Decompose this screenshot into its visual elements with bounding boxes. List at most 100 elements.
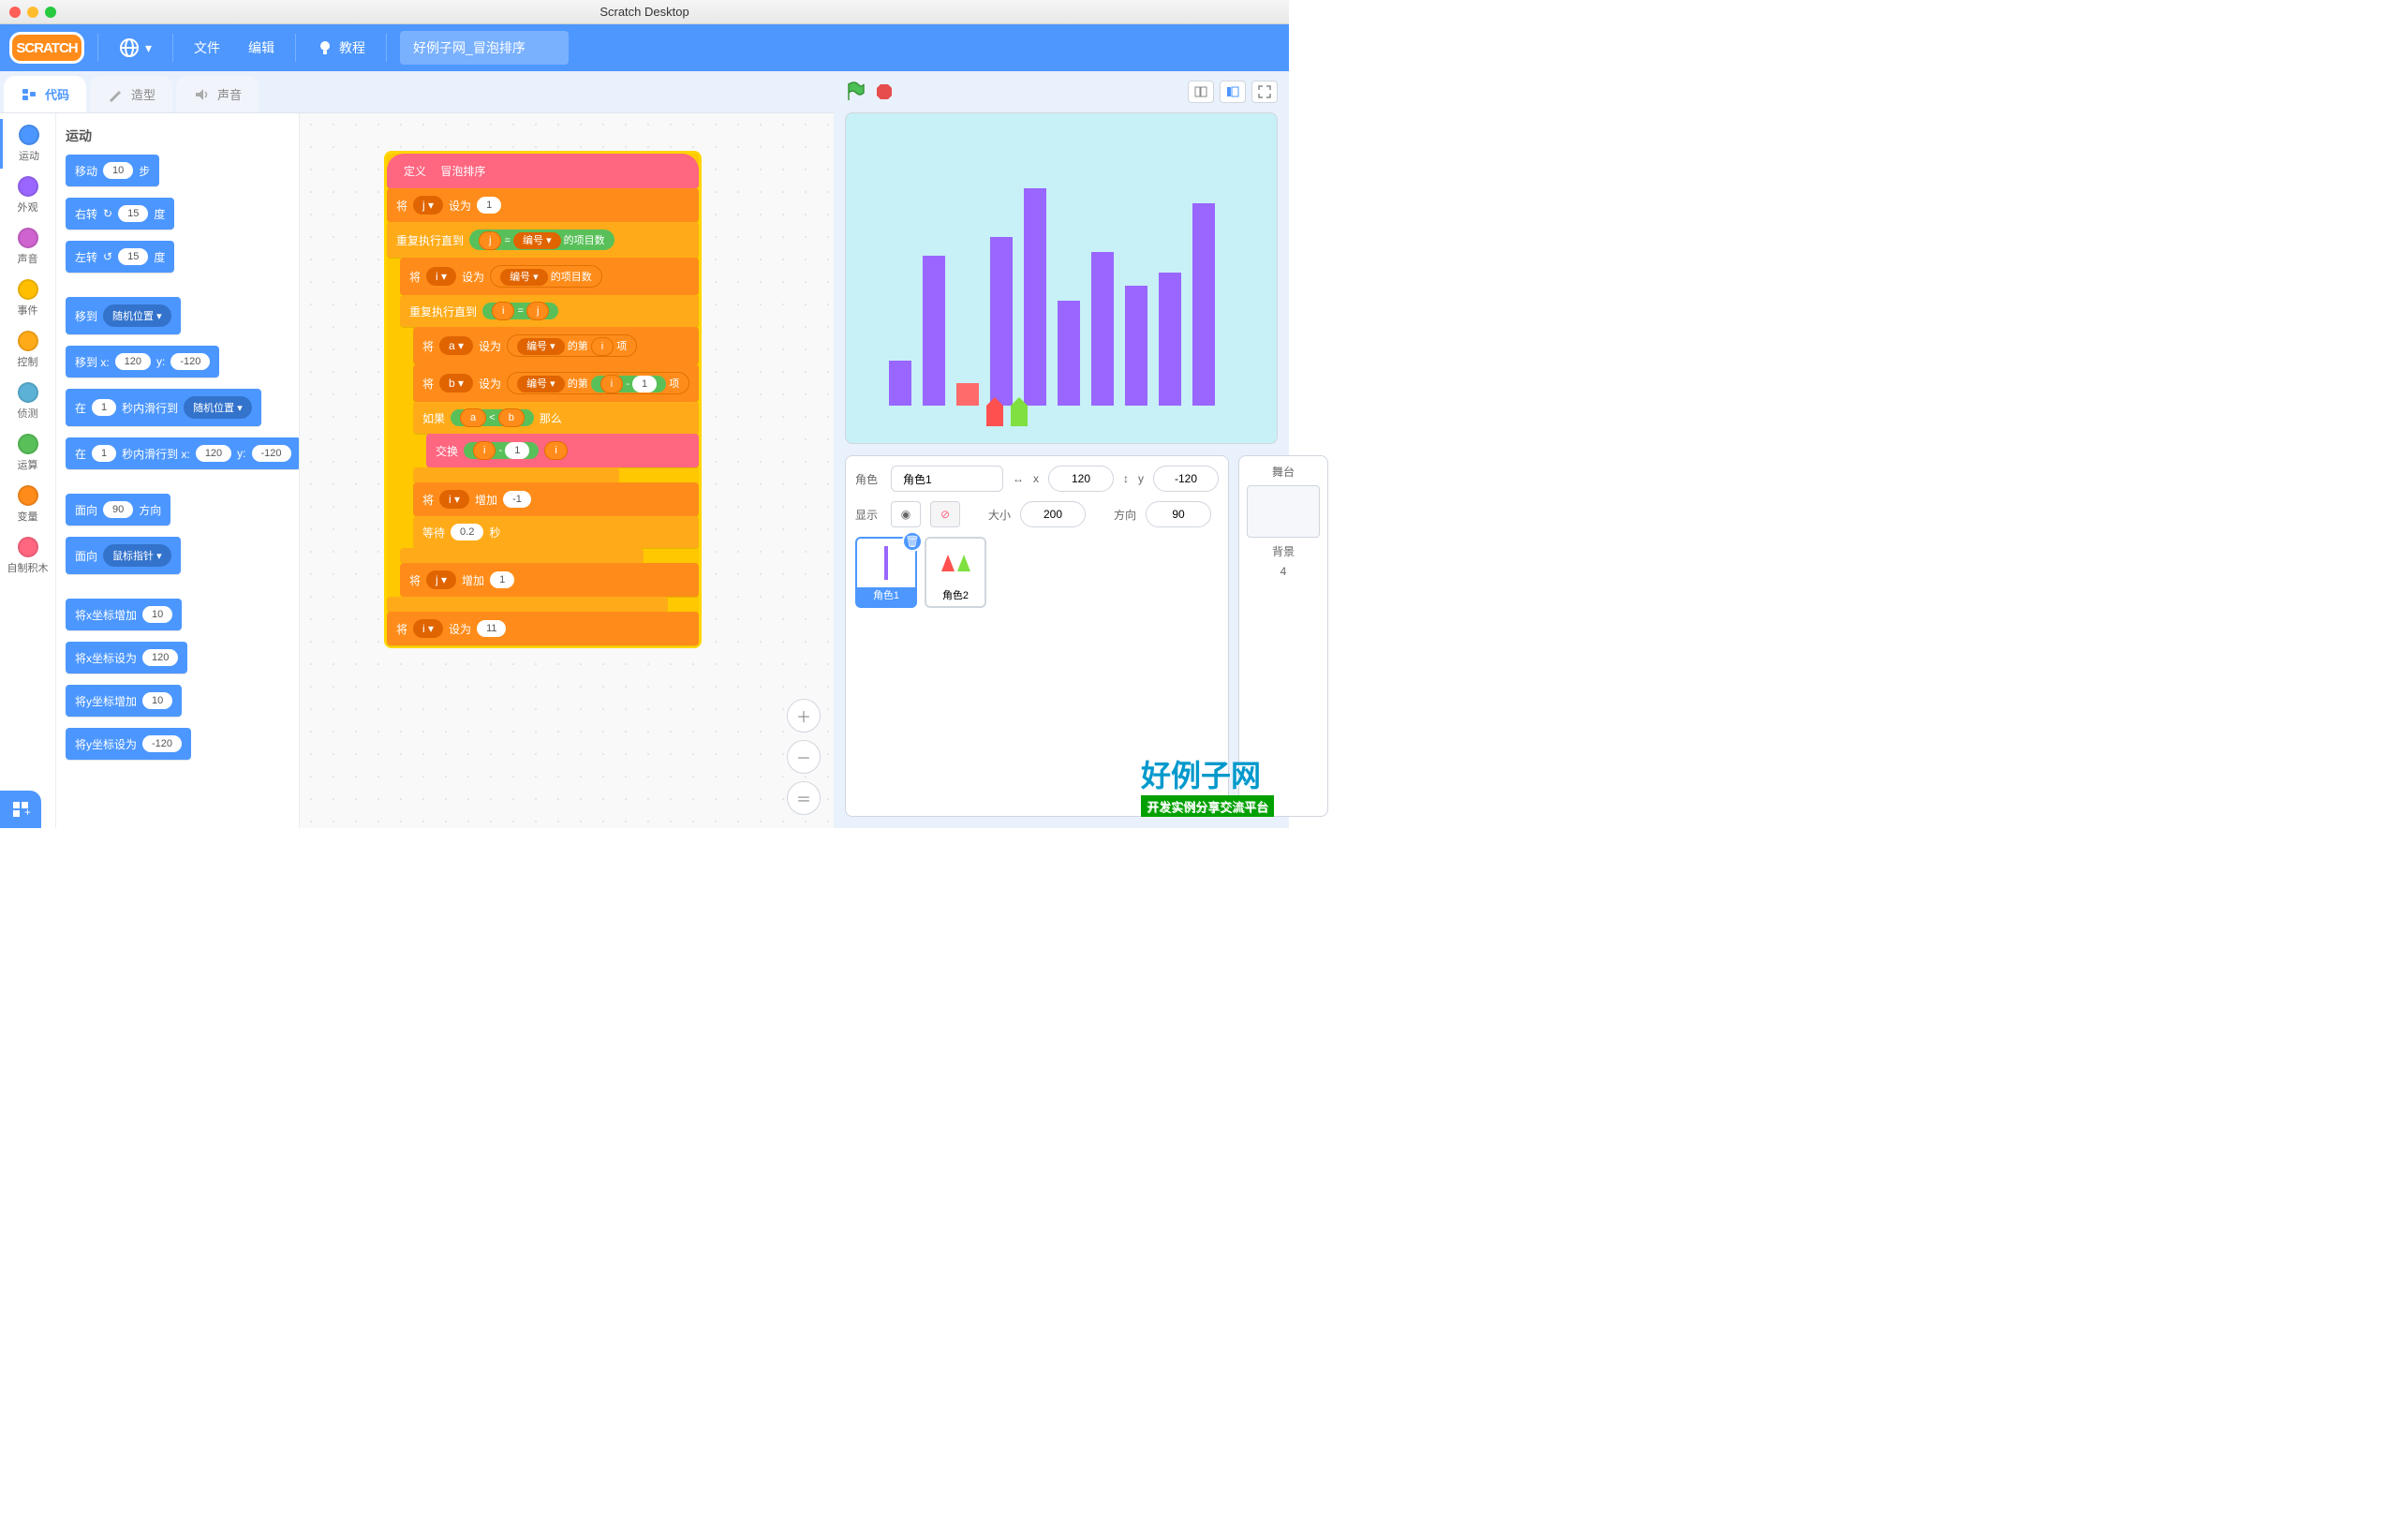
direction-label: 方向	[1114, 507, 1136, 523]
category-变量[interactable]: 变量	[0, 480, 55, 529]
stage-thumbnail[interactable]	[1247, 485, 1320, 538]
block-inc-j[interactable]: 将j ▾增加1	[400, 563, 699, 597]
scratch-logo[interactable]: SCRATCH	[9, 32, 84, 64]
red-square	[956, 383, 979, 406]
block-repeat-until-1[interactable]: 重复执行直到j = 编号 ▾ 的项目数	[387, 222, 699, 258]
category-声音[interactable]: 声音	[0, 222, 55, 272]
block-set-i-11[interactable]: 将i ▾设为11	[387, 612, 699, 645]
block-set-x[interactable]: 将x坐标设为120	[66, 642, 187, 674]
block-dec-i[interactable]: 将i ▾增加-1	[413, 482, 699, 516]
zoom-controls: ＋ － ＝	[787, 699, 821, 815]
stage-small-button[interactable]	[1188, 81, 1214, 103]
macos-titlebar: Scratch Desktop	[0, 0, 1289, 24]
language-menu[interactable]: ▾	[111, 32, 159, 64]
block-repeat-until-2[interactable]: 重复执行直到i = j	[400, 295, 699, 327]
sprite-list: 🗑 角色1 角色2	[855, 537, 1219, 608]
red-marker	[986, 406, 1003, 426]
show-sprite-button[interactable]: ◉	[891, 501, 921, 527]
block-define[interactable]: 定义 冒泡排序	[387, 154, 699, 188]
chart-bar	[990, 237, 1013, 406]
minimize-window-button[interactable]	[27, 7, 38, 18]
project-title-input[interactable]: 好例子网_冒泡排序	[400, 31, 569, 65]
block-glide-xy[interactable]: 在1秒内滑行到 x:120y:-120	[66, 437, 300, 469]
block-point-towards[interactable]: 面向鼠标指针 ▾	[66, 537, 181, 574]
block-turn-left[interactable]: 左转↺15度	[66, 241, 174, 273]
zoom-out-button[interactable]: －	[787, 740, 821, 774]
sprite-x-input[interactable]	[1048, 466, 1114, 492]
block-set-j-1[interactable]: 将j ▾设为1	[387, 188, 699, 222]
zoom-in-button[interactable]: ＋	[787, 699, 821, 733]
sprite-card-2[interactable]: 角色2	[925, 537, 986, 608]
svg-text:+: +	[24, 806, 31, 819]
sprite-name-label: 角色	[855, 471, 881, 487]
hide-sprite-button[interactable]: ⊘	[930, 501, 960, 527]
block-wait[interactable]: 等待0.2秒	[413, 516, 699, 548]
block-change-x[interactable]: 将x坐标增加10	[66, 599, 182, 630]
sprite-name-input[interactable]	[891, 466, 1003, 492]
chart-bar	[1159, 273, 1181, 406]
block-gotoxy[interactable]: 移到 x:120y:-120	[66, 346, 219, 378]
chart-bar	[1091, 252, 1114, 406]
maximize-window-button[interactable]	[45, 7, 56, 18]
tab-sounds[interactable]: 声音	[176, 76, 259, 112]
sprite-size-input[interactable]	[1020, 501, 1086, 527]
tab-costumes[interactable]: 造型	[90, 76, 172, 112]
globe-icon	[119, 37, 140, 58]
add-extension-button[interactable]: +	[0, 791, 41, 828]
category-自制积木[interactable]: 自制积木	[0, 531, 55, 581]
code-workspace[interactable]: 定义 冒泡排序 将j ▾设为1 重复执行直到j = 编号 ▾ 的项目数 将i ▾…	[300, 113, 834, 828]
block-move-steps[interactable]: 移动10步	[66, 155, 159, 186]
tutorials-button[interactable]: 教程	[309, 33, 373, 63]
stage-label: 舞台	[1272, 464, 1295, 480]
category-控制[interactable]: 控制	[0, 325, 55, 375]
lightbulb-icon	[317, 39, 333, 56]
stage-large-button[interactable]	[1220, 81, 1246, 103]
chart-bar	[1192, 203, 1215, 406]
category-运算[interactable]: 运算	[0, 428, 55, 478]
chart-bar	[1058, 301, 1080, 406]
category-column: 运动外观声音事件控制侦测运算变量自制积木	[0, 113, 56, 828]
category-事件[interactable]: 事件	[0, 274, 55, 323]
extension-icon: +	[10, 799, 31, 820]
delete-sprite-button[interactable]: 🗑	[902, 531, 923, 552]
sprite-y-input[interactable]	[1153, 466, 1219, 492]
stage-selector[interactable]: 舞台 背景 4	[1238, 455, 1328, 817]
block-set-a[interactable]: 将a ▾设为编号 ▾ 的第 i 项	[413, 327, 699, 364]
sprite-info-panel: 角色 ↔ x ↕ y 显示 ◉ ⊘ 大小 方向	[845, 455, 1229, 817]
sprite-card-1[interactable]: 🗑 角色1	[855, 537, 917, 608]
block-turn-right[interactable]: 右转↻15度	[66, 198, 174, 230]
backdrops-count: 4	[1280, 565, 1287, 578]
stop-button[interactable]	[875, 82, 894, 101]
palette-heading: 运动	[66, 126, 289, 145]
file-menu[interactable]: 文件	[186, 33, 228, 63]
edit-menu[interactable]: 编辑	[241, 33, 282, 63]
block-swap[interactable]: 交换i - 1i	[426, 434, 699, 467]
window-title: Scratch Desktop	[0, 5, 1289, 19]
block-set-i-length[interactable]: 将i ▾设为编号 ▾ 的项目数	[400, 258, 699, 295]
category-侦测[interactable]: 侦测	[0, 377, 55, 426]
category-运动[interactable]: 运动	[0, 119, 55, 169]
block-if[interactable]: 如果a < b那么	[413, 402, 699, 434]
block-set-y[interactable]: 将y坐标设为-120	[66, 728, 191, 760]
stage-header	[834, 71, 1289, 112]
chart-bar	[1125, 286, 1147, 406]
chart-bar	[1024, 188, 1046, 406]
block-change-y[interactable]: 将y坐标增加10	[66, 685, 182, 717]
zoom-reset-button[interactable]: ＝	[787, 781, 821, 815]
block-point-direction[interactable]: 面向90方向	[66, 494, 170, 526]
sprite-direction-input[interactable]	[1146, 501, 1211, 527]
block-set-b[interactable]: 将b ▾设为编号 ▾ 的第 i - 1 项	[413, 364, 699, 402]
stage[interactable]	[845, 112, 1278, 444]
sound-icon	[193, 86, 210, 103]
green-marker	[1011, 406, 1028, 426]
y-arrows-icon: ↕	[1123, 472, 1129, 485]
green-flag-button[interactable]	[845, 81, 866, 102]
block-glide-random[interactable]: 在1秒内滑行到随机位置 ▾	[66, 389, 261, 426]
fullscreen-button[interactable]	[1251, 81, 1278, 103]
x-arrows-icon: ↔	[1013, 472, 1024, 485]
block-goto[interactable]: 移到随机位置 ▾	[66, 297, 181, 334]
close-window-button[interactable]	[9, 7, 21, 18]
category-外观[interactable]: 外观	[0, 170, 55, 220]
tab-code[interactable]: 代码	[4, 76, 86, 112]
show-label: 显示	[855, 507, 881, 523]
